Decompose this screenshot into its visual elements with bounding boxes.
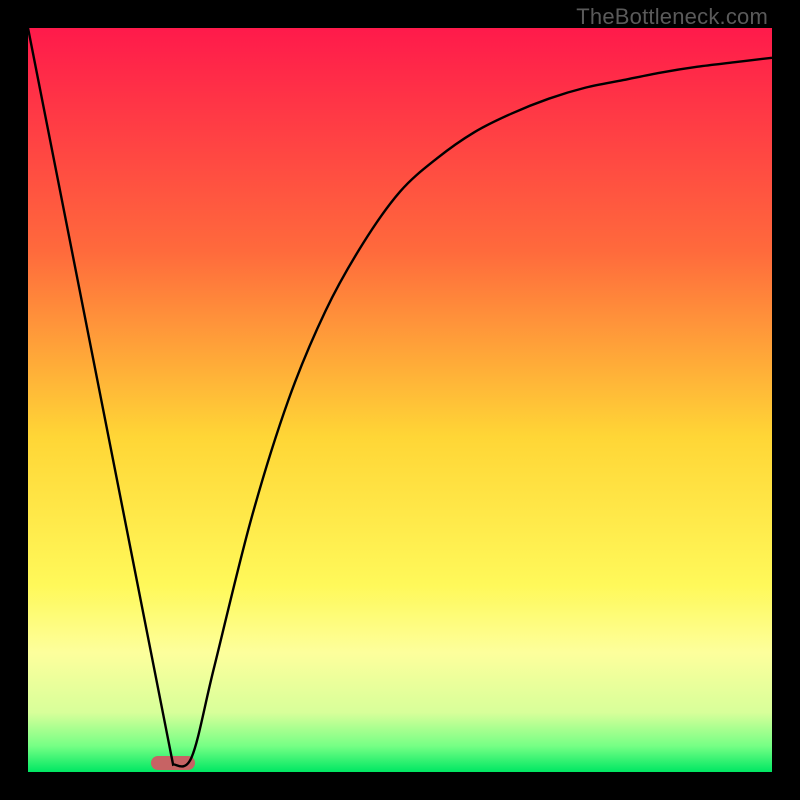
watermark-text: TheBottleneck.com bbox=[576, 4, 768, 30]
plot-area bbox=[28, 28, 772, 772]
chart-frame: TheBottleneck.com bbox=[0, 0, 800, 800]
bottleneck-curve bbox=[28, 28, 772, 772]
